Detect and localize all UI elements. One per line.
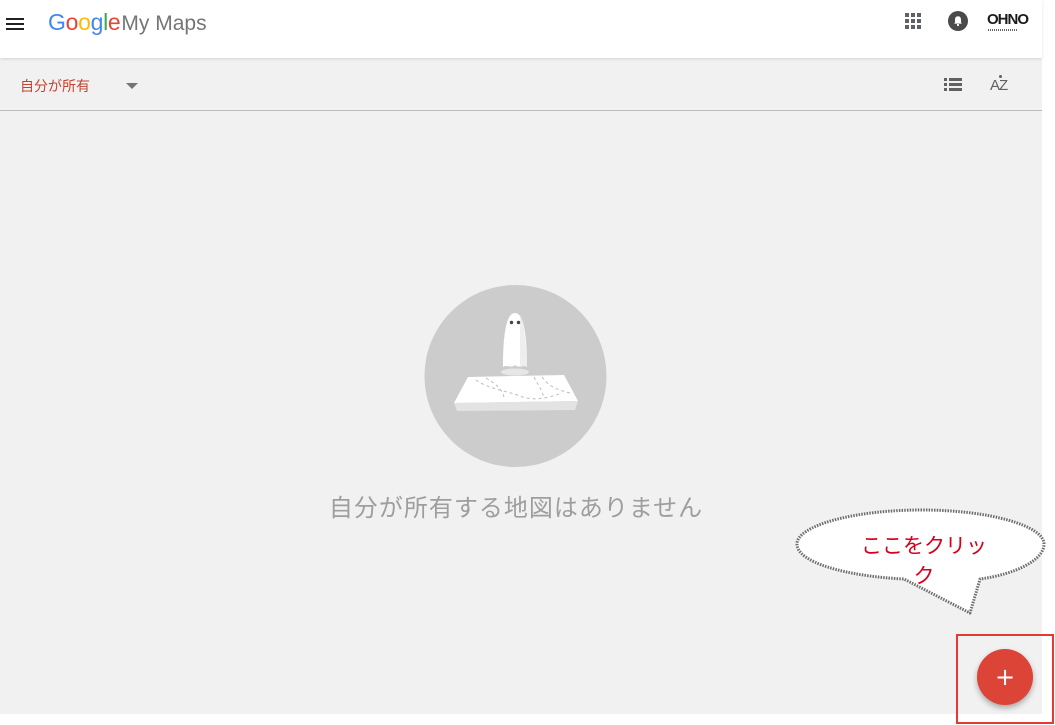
product-name: My Maps (121, 12, 207, 35)
sort-az-label: AZ (990, 77, 1008, 94)
caret-down-icon (126, 83, 138, 89)
account-logo-text: OHNO (987, 11, 1029, 28)
plus-icon: + (994, 663, 1016, 691)
hamburger-menu-icon[interactable] (6, 17, 26, 33)
ghost-on-map-illustration (424, 285, 607, 467)
notification-bell-icon[interactable] (948, 11, 968, 31)
bottom-edge (0, 714, 1055, 725)
callout-text: ここをクリック (861, 535, 987, 588)
apps-grid-icon[interactable] (905, 13, 921, 29)
my-maps-page: Google My Maps OHNO 自分が所有 AZ 自分が所有する地図はあ… (0, 0, 1055, 725)
create-map-button[interactable]: + (977, 649, 1033, 705)
sort-az-icon[interactable]: AZ (988, 74, 1012, 96)
app-brand: Google My Maps (48, 9, 207, 41)
filter-bar: 自分が所有 (0, 58, 1042, 111)
owner-filter-dropdown[interactable]: 自分が所有 (20, 76, 138, 96)
app-header: Google My Maps OHNO (0, 0, 1042, 58)
account-logo-icon[interactable]: OHNO (987, 11, 1029, 35)
empty-state-message: 自分が所有する地図はありません (328, 495, 704, 522)
owner-filter-label: 自分が所有 (20, 78, 90, 94)
google-wordmark: Google (48, 9, 121, 35)
list-view-icon[interactable] (944, 78, 962, 92)
